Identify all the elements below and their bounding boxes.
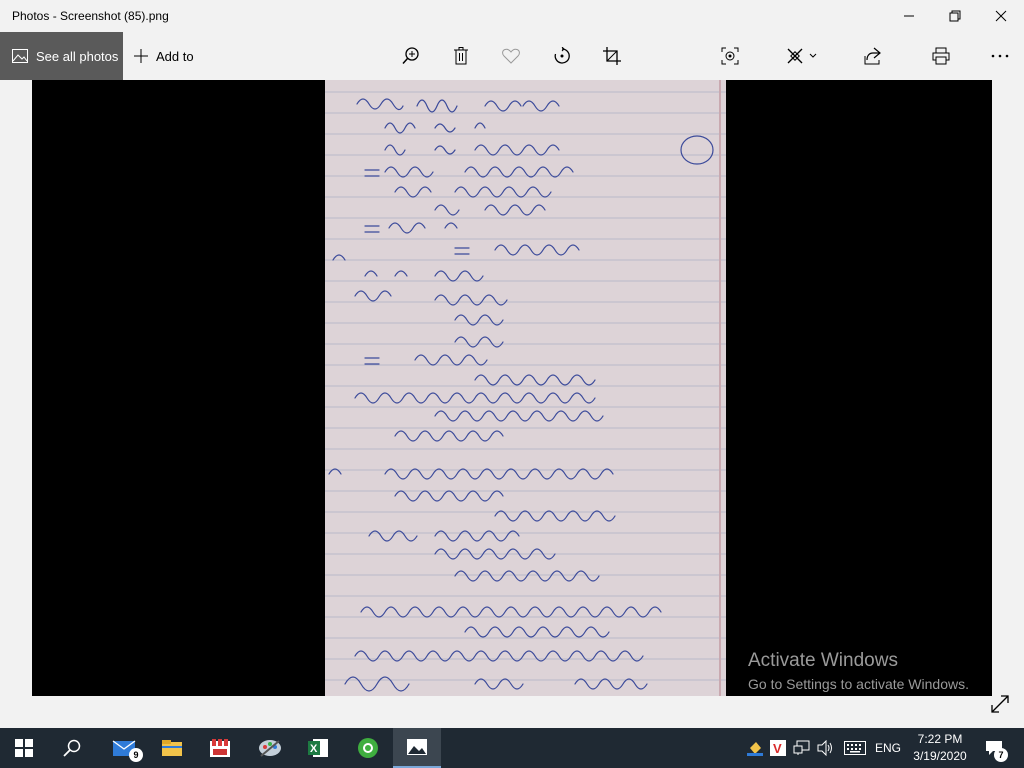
rotate-icon (554, 47, 570, 64)
taskbar-browser[interactable] (344, 728, 392, 768)
print-icon (932, 47, 950, 65)
restore-icon (949, 10, 961, 22)
antivirus-icon: V (770, 740, 786, 756)
watermark-title: Activate Windows (748, 650, 898, 671)
rotate-button[interactable] (542, 32, 582, 80)
favorite-icon (502, 48, 520, 64)
language-label: ENG (874, 741, 901, 755)
close-button[interactable] (978, 0, 1024, 32)
folder-icon (162, 740, 182, 756)
taskbar: 9 X V ENG 7:22 PM 3/19/2020 7 (0, 728, 1024, 768)
minimize-button[interactable] (886, 0, 932, 32)
fill-bucket-icon (747, 742, 763, 756)
see-all-photos-button[interactable]: See all photos (0, 32, 123, 80)
zoom-in-icon (402, 47, 419, 65)
taskbar-excel[interactable]: X (294, 728, 342, 768)
more-button[interactable] (980, 32, 1020, 80)
notebook-photo (325, 80, 726, 696)
tray-network[interactable] (791, 728, 813, 768)
see-all-label: See all photos (36, 48, 119, 64)
language-indicator[interactable]: ENG (872, 728, 904, 768)
share-icon (864, 47, 881, 65)
add-to-button[interactable]: Add to (134, 32, 194, 80)
photo-canvas[interactable] (32, 80, 992, 696)
restore-button[interactable] (932, 0, 978, 32)
excel-icon: X (308, 739, 328, 757)
handwritten-notes-image (325, 80, 726, 696)
clock-date: 3/19/2020 (913, 749, 967, 763)
tray-volume[interactable] (815, 728, 837, 768)
clock[interactable]: 7:22 PM 3/19/2020 (908, 731, 972, 765)
delete-icon (454, 47, 468, 65)
zoom-button[interactable] (391, 32, 431, 80)
watermark-subtitle: Go to Settings to activate Windows. (748, 676, 969, 692)
crop-button[interactable] (592, 32, 632, 80)
snip-app-icon (259, 740, 281, 757)
svg-text:V: V (773, 741, 782, 756)
crop-icon (603, 47, 621, 65)
add-to-label: Add to (156, 48, 194, 64)
title-bar: Photos - Screenshot (85).png (0, 0, 1024, 32)
minimize-icon (904, 15, 914, 17)
edit-create-button[interactable] (780, 32, 826, 80)
photos-app-icon (407, 739, 427, 755)
edit-create-icon (787, 48, 817, 64)
browser-icon (358, 738, 378, 758)
search-icon (63, 739, 81, 757)
tray-keyboard[interactable] (841, 728, 869, 768)
fullscreen-button[interactable] (988, 692, 1012, 716)
start-button[interactable] (0, 728, 48, 768)
search-button[interactable] (48, 728, 96, 768)
taskbar-file-explorer[interactable] (148, 728, 196, 768)
enhance-icon (721, 47, 739, 65)
taskbar-snip-app[interactable] (246, 728, 294, 768)
svg-text:X: X (310, 743, 318, 755)
taskbar-paint-app[interactable] (196, 728, 244, 768)
photo-icon (12, 49, 28, 63)
mail-badge: 9 (129, 748, 143, 762)
print-button[interactable] (921, 32, 961, 80)
network-icon (793, 740, 810, 755)
taskbar-mail[interactable]: 9 (100, 728, 148, 768)
expand-icon (991, 695, 1009, 713)
tray-paint-bucket[interactable] (744, 728, 766, 768)
notification-center-button[interactable]: 7 (980, 728, 1008, 768)
window-title: Photos - Screenshot (85).png (12, 9, 169, 23)
image-viewer[interactable] (0, 80, 1024, 728)
windows-logo-icon (15, 739, 33, 757)
clock-time: 7:22 PM (917, 732, 963, 746)
keyboard-icon (844, 741, 866, 755)
enhance-button[interactable] (710, 32, 750, 80)
delete-button[interactable] (441, 32, 481, 80)
close-icon (995, 10, 1007, 22)
paint-app-icon (210, 739, 230, 757)
notification-badge: 7 (994, 748, 1008, 762)
tray-antivirus[interactable]: V (767, 728, 789, 768)
share-button[interactable] (853, 32, 893, 80)
volume-icon (817, 740, 832, 756)
favorite-button[interactable] (491, 32, 531, 80)
more-icon (991, 54, 1009, 58)
activation-watermark: Activate Windows Go to Settings to activ… (748, 650, 969, 692)
toolbar: See all photos Add to (0, 32, 1024, 80)
taskbar-photos[interactable] (393, 728, 441, 768)
plus-icon (134, 49, 148, 63)
